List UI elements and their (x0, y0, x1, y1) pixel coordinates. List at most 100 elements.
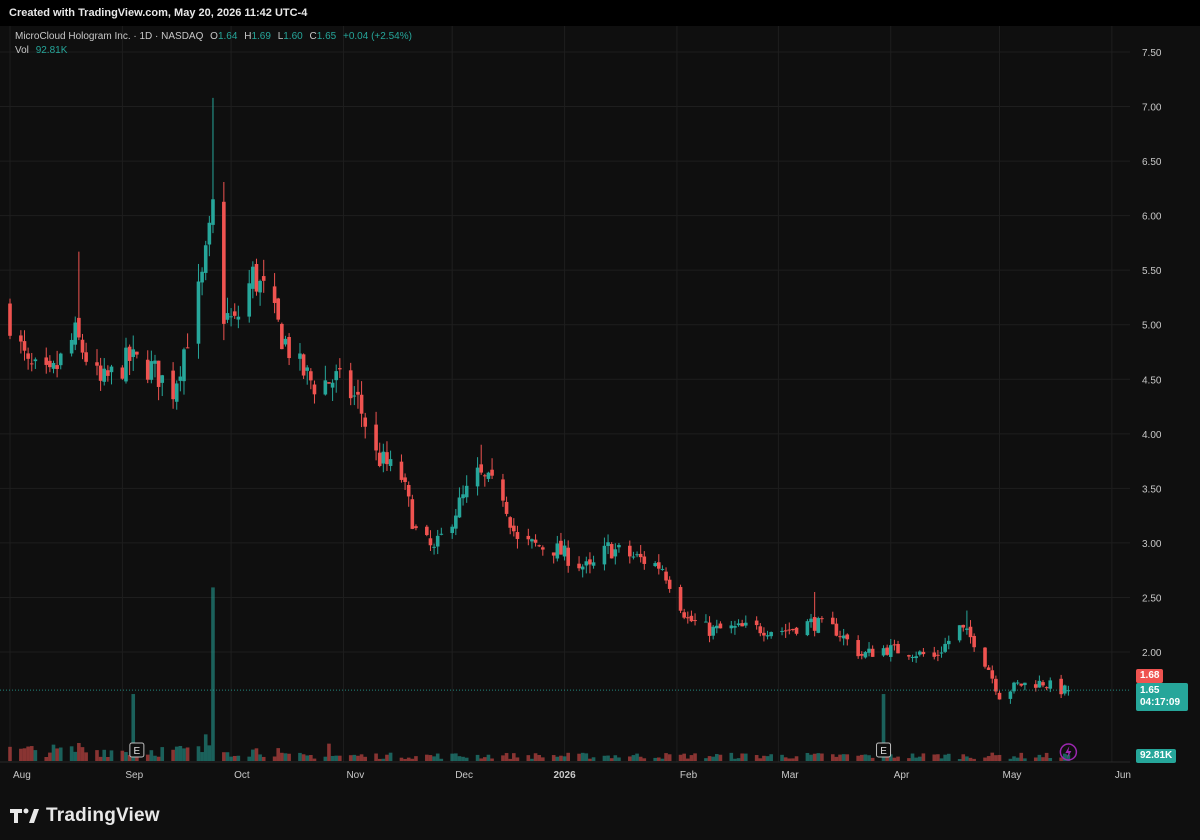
close-value: 1.65 (316, 31, 337, 42)
volume-bar (834, 756, 839, 761)
candle-body (475, 467, 480, 487)
volume-bar (791, 758, 795, 761)
candle-body (888, 645, 893, 657)
volume-bar (508, 758, 512, 761)
volume-bar (613, 755, 618, 761)
candle-body (203, 245, 208, 273)
candle-body (754, 620, 759, 626)
candle-body (483, 475, 487, 477)
candle-body (1062, 685, 1067, 694)
earnings-marker[interactable]: E (876, 742, 892, 758)
volume-bar (207, 745, 212, 761)
volume-bar (588, 758, 592, 761)
volume-bar (33, 750, 38, 761)
earnings-marker-label: E (880, 746, 887, 757)
volume-bar (910, 753, 915, 761)
volume-bar (425, 754, 429, 761)
volume-bar (787, 758, 792, 761)
volume-bar (943, 754, 947, 761)
candle-body (457, 497, 462, 518)
volume-bar (1015, 757, 1020, 761)
candle-body (682, 612, 686, 618)
candle-body (791, 629, 795, 631)
candle-body (102, 368, 107, 382)
candle-body (8, 303, 12, 336)
candle-body (425, 526, 429, 536)
candle-body (254, 263, 259, 292)
price-chart[interactable]: 7.50 7.00 6.50 6.00 5.50 5.00 4.50 4.00 3.50 3.00… (0, 26, 1200, 786)
candle-body (1059, 678, 1063, 695)
candle-body (182, 349, 186, 382)
brand[interactable]: TradingView (10, 805, 160, 827)
candle-body (410, 499, 415, 529)
candle-body (1044, 687, 1049, 689)
candle-body (406, 485, 411, 497)
volume-label: Vol (15, 45, 29, 56)
volume-bar (816, 753, 821, 761)
volume-bar (44, 756, 49, 761)
volume-bar (432, 756, 436, 761)
candle-body (968, 626, 973, 638)
volume-bar (736, 758, 741, 761)
volume-bar (830, 754, 835, 761)
candle-body (251, 266, 255, 289)
volume-bar (359, 754, 364, 761)
volume-bar (859, 754, 864, 761)
candle-body (711, 626, 715, 636)
volume-bar (685, 758, 690, 761)
candle-body (787, 629, 792, 631)
volume-bar (26, 746, 30, 761)
price-axis[interactable]: 7.50 7.00 6.50 6.00 5.50 5.00 4.50 4.00 3.50 3.00… (1142, 48, 1162, 659)
candle-body (338, 368, 342, 370)
candle-body (867, 648, 871, 653)
candle-body (526, 535, 531, 540)
volume-bar (48, 752, 52, 761)
candle-body (69, 339, 74, 354)
volume-bar (657, 757, 661, 761)
volume-bar (464, 757, 469, 761)
candle-body (965, 628, 969, 630)
volume-bar (863, 754, 868, 761)
volume-bar (986, 756, 991, 761)
volume-bar (211, 587, 215, 761)
candle-body (232, 311, 237, 316)
volume-bar (55, 748, 59, 761)
candle-body (907, 655, 911, 657)
volume-bar (182, 748, 186, 761)
volume-bar (769, 754, 773, 761)
volume-bar (555, 756, 560, 761)
time-tick-label: Dec (455, 770, 473, 781)
candle-body (120, 367, 125, 379)
symbol-title: MicroCloud Hologram Inc. · 1D · NASDAQ (15, 31, 204, 42)
time-tick-label: Aug (13, 770, 31, 781)
candle-body (29, 363, 34, 365)
volume-bar (664, 753, 668, 761)
volume-bar (762, 755, 766, 761)
candle-body (403, 477, 407, 483)
volume-bar (174, 746, 179, 761)
candle-body (352, 395, 357, 397)
candle-body (551, 552, 556, 556)
volume-bar (156, 756, 161, 761)
volume-bar (312, 758, 317, 761)
volume-badge: 92.81K (1136, 749, 1177, 763)
time-axis[interactable]: Aug Sep Oct Nov Dec 2026 Feb Mar Apr May Jun (13, 770, 1131, 781)
volume-bar (693, 753, 697, 761)
candle-body (794, 627, 799, 634)
volume-bar (729, 752, 734, 761)
price-tick-label: 3.50 (1142, 484, 1162, 495)
candle-body (910, 656, 915, 658)
volume-bar (609, 758, 614, 761)
volume-bar (77, 743, 81, 761)
volume-bar (1019, 752, 1024, 761)
earnings-marker[interactable]: E (129, 742, 145, 758)
candle-body (247, 283, 252, 317)
candle-body (127, 346, 132, 361)
price-tick-label: 7.00 (1142, 103, 1162, 114)
candle-body (330, 382, 335, 388)
volume-bar (591, 757, 596, 761)
volume-row: Vol 92.81K (15, 44, 412, 58)
volume-bar (856, 755, 860, 761)
candle-body (994, 678, 998, 692)
volume-bar (232, 755, 237, 761)
